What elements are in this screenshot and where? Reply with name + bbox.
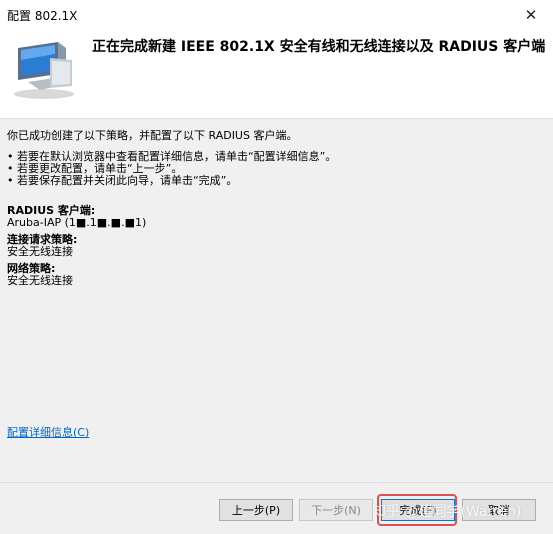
network-policy-section: 网络策略: 安全无线连接 [7, 263, 73, 287]
close-icon[interactable]: ✕ [509, 0, 553, 30]
connection-policy-value: 安全无线连接 [7, 245, 73, 258]
finish-button[interactable]: 完成(F) [381, 499, 455, 521]
instruction-item: • 若要保存配置并关闭此向导，请单击“完成”。 [7, 174, 238, 187]
next-button[interactable]: 下一步(N) [299, 499, 373, 521]
page-title: 正在完成新建 IEEE 802.1X 安全有线和无线连接以及 RADIUS 客户… [92, 39, 546, 55]
summary-panel: 你已成功创建了以下策略，并配置了以下 RADIUS 客户端。 • 若要在默认浏览… [0, 119, 553, 482]
cancel-button[interactable]: 取消 [462, 499, 536, 521]
window-title: 配置 802.1X [7, 9, 78, 23]
wizard-header: 正在完成新建 IEEE 802.1X 安全有线和无线连接以及 RADIUS 客户… [0, 30, 553, 118]
network-policy-value: 安全无线连接 [7, 274, 73, 287]
configuration-details-link[interactable]: 配置详细信息(C) [7, 424, 89, 440]
wizard-footer: 上一步(P) 下一步(N) 完成(F) 取消 知乎 @建同学(Warren) [0, 482, 553, 534]
radius-client-value: Aruba-IAP (1■.1■.■.■1) [7, 216, 147, 229]
back-button[interactable]: 上一步(P) [219, 499, 293, 521]
connection-policy-section: 连接请求策略: 安全无线连接 [7, 234, 77, 258]
intro-text: 你已成功创建了以下策略，并配置了以下 RADIUS 客户端。 [7, 129, 298, 142]
instruction-list: • 若要在默认浏览器中查看配置详细信息，请单击“配置详细信息”。 • 若要更改配… [7, 151, 336, 187]
network-computer-icon [14, 42, 74, 99]
title-bar: 配置 802.1X ✕ [0, 0, 553, 30]
radius-client-section: RADIUS 客户端: Aruba-IAP (1■.1■.■.■1) [7, 205, 146, 229]
